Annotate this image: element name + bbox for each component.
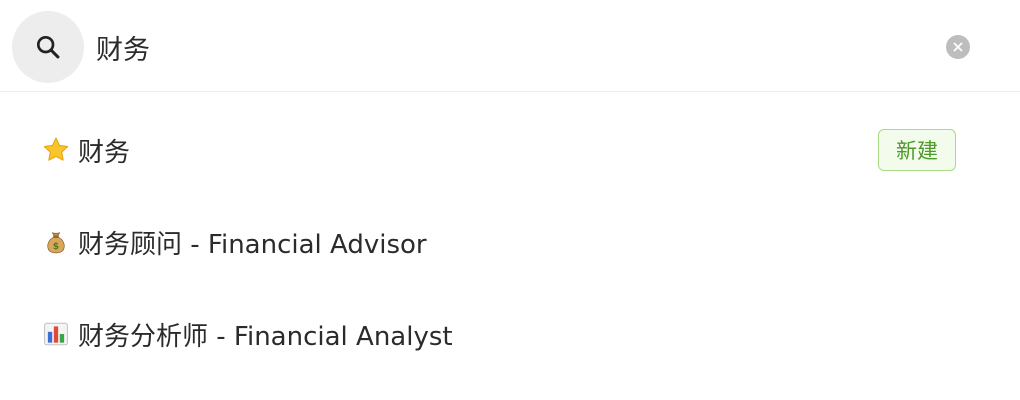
- list-item-label: 财务顾问 - Financial Advisor: [78, 229, 427, 260]
- new-button[interactable]: 新建: [878, 129, 956, 171]
- search-panel: 财务 新建 $ 财务顾问 - Financial Advisor: [0, 0, 1020, 400]
- search-icon: [36, 35, 60, 59]
- list-item-label: 财务: [78, 137, 131, 168]
- bar-chart-icon: [42, 320, 70, 348]
- list-item[interactable]: $ 财务顾问 - Financial Advisor: [0, 196, 1020, 288]
- list-item-label: 财务分析师 - Financial Analyst: [78, 321, 453, 352]
- list-item[interactable]: 财务分析师 - Financial Analyst: [0, 288, 1020, 380]
- star-icon: [42, 136, 70, 164]
- search-bar: [0, 0, 1020, 92]
- search-input[interactable]: [96, 24, 916, 70]
- list-item[interactable]: 财务 新建: [0, 104, 1020, 196]
- money-bag-icon: $: [42, 228, 70, 256]
- clear-icon: [953, 42, 963, 52]
- clear-search-button[interactable]: [946, 35, 970, 59]
- svg-text:$: $: [53, 241, 59, 252]
- search-button[interactable]: [12, 11, 84, 83]
